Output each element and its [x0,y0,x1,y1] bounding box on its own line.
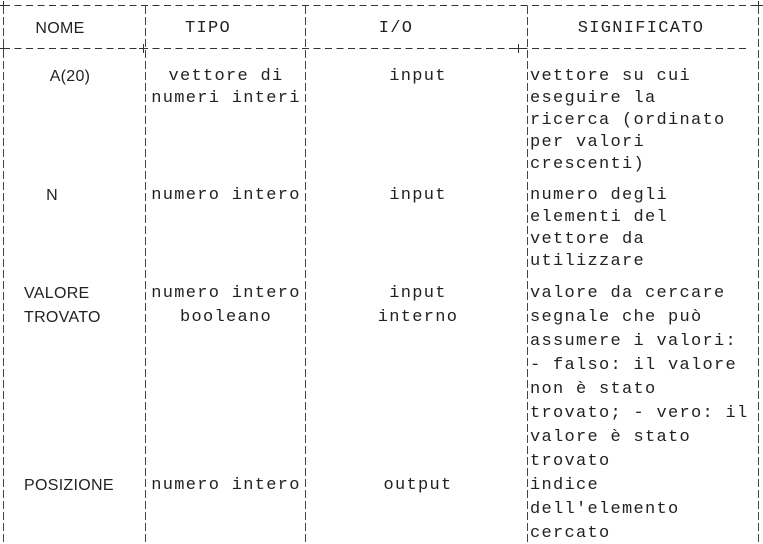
cell-significato: non è stato [530,380,657,399]
cell-significato: numero degli [530,186,669,205]
cell-significato: dell'elemento [530,500,680,519]
cell-significato: cercato [530,524,611,543]
cell-nome: A(20) [49,68,91,85]
corner [0,1,8,10]
cell-tipo: numeri interi [151,89,301,108]
junction [0,44,8,53]
cell-io: input [389,67,447,86]
cell-significato: per valori [530,133,646,152]
cell-io: output [383,476,453,495]
cell-significato: indice [530,476,600,495]
cell-io: interno [377,308,459,327]
cell-significato: trovato [530,452,611,471]
cell-nome: POSIZIONE [24,477,114,494]
cell-significato: eseguire la [530,89,657,108]
column-border [527,6,528,543]
column-border [3,6,4,543]
cell-nome: N [46,187,58,204]
cell-significato: valore da cercare [530,284,726,303]
column-border [305,6,306,543]
top-border [3,5,758,6]
header-separator [3,48,748,49]
cell-tipo: numero intero [151,186,301,205]
cell-significato: vettore da [530,230,646,249]
cell-nome: TROVATO [24,309,101,326]
junction [139,44,148,53]
column-border [145,6,146,543]
cell-io: input [389,284,447,303]
cell-tipo: numero intero [151,476,301,495]
cell-tipo: numero intero [151,284,301,303]
cell-significato: segnale che può [530,308,703,327]
header-significato: SIGNIFICATO [577,19,705,38]
cell-nome: VALORE [24,285,90,302]
cell-significato: valore è stato [530,428,692,447]
junction [514,44,523,53]
header-tipo: TIPO [184,19,232,38]
column-border [758,6,759,543]
cell-significato: ricerca (ordinato [530,111,726,130]
cell-significato: elementi del [530,208,669,227]
header-nome: NOME [35,20,85,37]
cell-significato: trovato; - vero: il [530,404,749,423]
cell-significato: vettore su cui [530,67,692,86]
cell-io: input [389,186,447,205]
cell-tipo: booleano [179,308,273,327]
cell-significato: crescenti) [530,155,646,174]
cell-significato: - falso: il valore [530,356,738,375]
header-io: I/O [378,19,414,38]
cell-significato: utilizzare [530,252,646,271]
cell-significato: assumere i valori: [530,332,738,351]
cell-tipo: vettore di [168,67,284,86]
